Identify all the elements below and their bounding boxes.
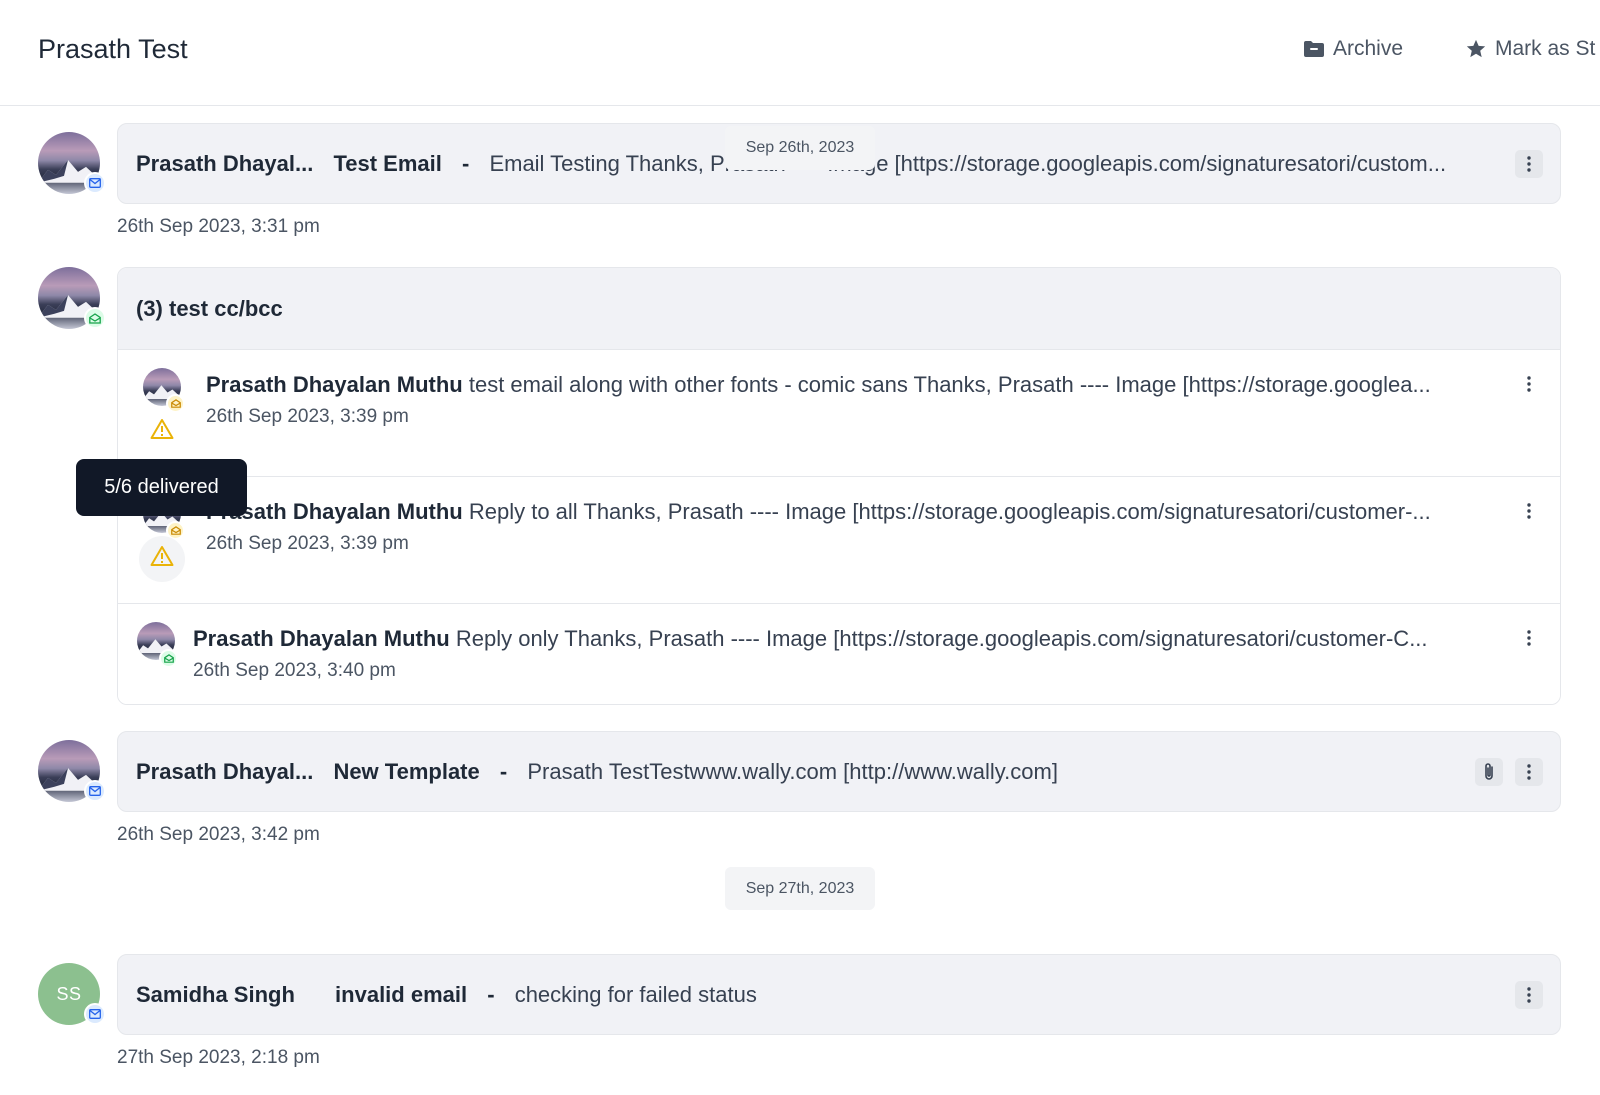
mail-icon (84, 172, 106, 194)
warning-icon[interactable] (150, 545, 174, 572)
message-preview: Reply only Thanks, Prasath ---- Image [h… (455, 626, 1428, 651)
delivery-status-tooltip: 5/6 delivered (76, 459, 247, 516)
mail-icon (84, 780, 106, 802)
sender-name: Prasath Dhayal... (136, 759, 314, 784)
kebab-icon (1527, 376, 1531, 392)
more-options-button[interactable] (1515, 370, 1543, 398)
conversation-header: Prasath Test Archive Mark as St (0, 0, 1600, 106)
mail-icon (84, 1003, 106, 1025)
thread-header[interactable]: (3) test cc/bcc (118, 268, 1560, 349)
email-timestamp: 27th Sep 2023, 2:18 pm (117, 1047, 320, 1068)
archive-label: Archive (1333, 37, 1404, 60)
warning-icon[interactable] (150, 418, 174, 445)
date-separator: Sep 27th, 2023 (725, 867, 875, 910)
email-timestamp: 26th Sep 2023, 3:31 pm (117, 216, 320, 237)
archive-button[interactable]: Archive (1303, 37, 1403, 61)
mark-as-starred-label: Mark as St (1495, 37, 1596, 60)
email-preview: Prasath TestTestwww.wally.com [http://ww… (527, 759, 1058, 784)
email-card[interactable]: Samidha Singh invalid email - checking f… (117, 954, 1561, 1035)
email-thread: (3) test cc/bcc Prasath Dhayalan Muthu t… (117, 267, 1561, 705)
thread-message[interactable]: Prasath Dhayalan Muthu Reply only Thanks… (118, 603, 1560, 704)
star-icon (1465, 38, 1487, 60)
message-timestamp: 26th Sep 2023, 3:39 pm (206, 406, 409, 427)
folder-icon (1303, 40, 1325, 58)
sender-name: Prasath Dhayalan Muthu (193, 626, 450, 651)
thread-message[interactable]: Prasath Dhayalan Muthu test email along … (118, 349, 1560, 476)
sender-name: Prasath Dhayalan Muthu (206, 372, 463, 397)
kebab-icon (1527, 503, 1531, 519)
more-options-button[interactable] (1515, 981, 1543, 1009)
thread-title: (3) test cc/bcc (136, 296, 283, 321)
more-options-button[interactable] (1515, 624, 1543, 652)
email-subject: Test Email (333, 151, 442, 176)
kebab-icon (1527, 156, 1531, 172)
email-card[interactable]: Prasath Dhayal... New Template - Prasath… (117, 731, 1561, 812)
message-timestamp: 26th Sep 2023, 3:39 pm (206, 533, 409, 554)
kebab-icon (1527, 987, 1531, 1003)
email-preview: checking for failed status (514, 982, 757, 1007)
page-title: Prasath Test (38, 34, 188, 64)
message-preview: test email along with other fonts - comi… (468, 372, 1431, 397)
attachment-icon[interactable] (1475, 758, 1503, 786)
email-subject: invalid email (335, 982, 468, 1007)
thread-message[interactable]: Prasath Dhayalan Muthu Reply to all Than… (118, 476, 1560, 603)
email-subject: New Template (333, 759, 480, 784)
email-timestamp: 26th Sep 2023, 3:42 pm (117, 824, 320, 845)
mark-as-starred-button[interactable]: Mark as St (1465, 37, 1595, 61)
more-options-button[interactable] (1515, 497, 1543, 525)
kebab-icon (1527, 630, 1531, 646)
kebab-icon (1527, 764, 1531, 780)
date-separator: Sep 26th, 2023 (725, 126, 875, 170)
mail-opened-icon (166, 394, 185, 413)
mail-opened-icon (159, 649, 178, 668)
more-options-button[interactable] (1515, 150, 1543, 178)
sender-name: Prasath Dhayal... (136, 151, 314, 176)
more-options-button[interactable] (1515, 758, 1543, 786)
email-preview: Email Testing Thanks, Prasath ---- Image… (489, 151, 1447, 176)
mail-opened-icon (84, 307, 106, 329)
message-timestamp: 26th Sep 2023, 3:40 pm (193, 660, 396, 681)
message-preview: Reply to all Thanks, Prasath ---- Image … (468, 499, 1431, 524)
sender-name: Samidha Singh (136, 982, 295, 1007)
